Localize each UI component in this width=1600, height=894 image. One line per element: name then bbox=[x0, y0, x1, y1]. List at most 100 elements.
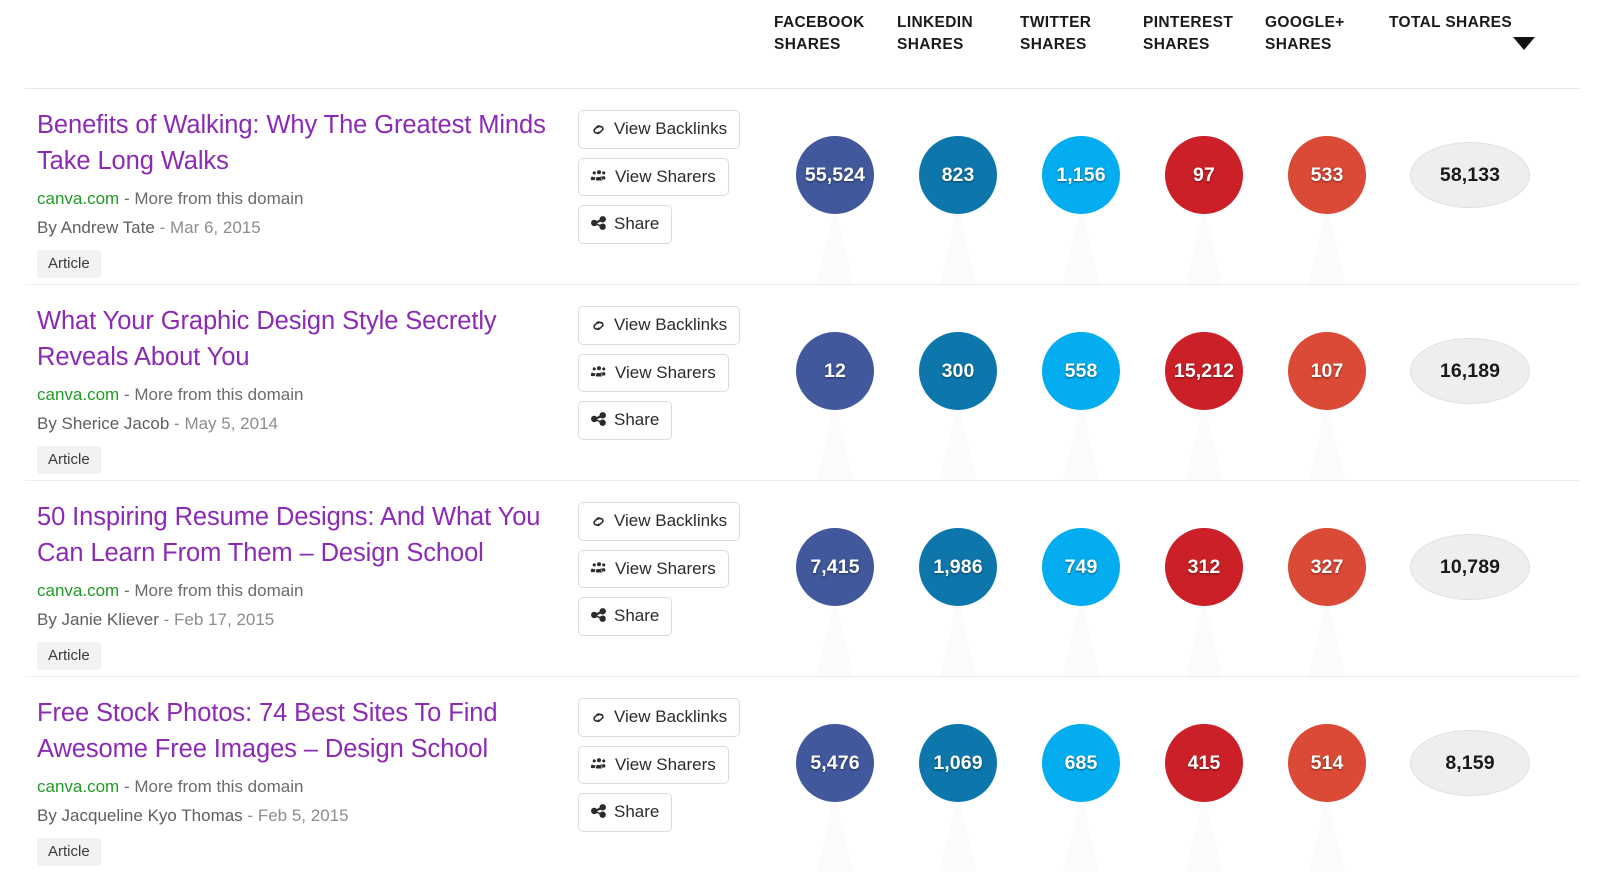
share-button[interactable]: Share bbox=[578, 597, 672, 636]
article-info: What Your Graphic Design Style Secretly … bbox=[37, 304, 567, 474]
author-name: By Sherice Jacob bbox=[37, 414, 169, 433]
view-sharers-button[interactable]: View Sharers bbox=[578, 746, 729, 785]
row-divider bbox=[25, 676, 1579, 677]
more-from-domain-link[interactable]: - More from this domain bbox=[124, 385, 304, 404]
byline-separator: - bbox=[247, 806, 253, 825]
content-type-badge: Article bbox=[37, 250, 101, 278]
article-info: Free Stock Photos: 74 Best Sites To Find… bbox=[37, 696, 567, 866]
column-header-pinterest-shares[interactable]: PINTEREST SHARES bbox=[1143, 12, 1233, 57]
users-group-icon bbox=[590, 168, 608, 185]
caret-down-icon[interactable] bbox=[1513, 37, 1535, 50]
article-title-link[interactable]: Benefits of Walking: Why The Greatest Mi… bbox=[37, 108, 567, 179]
article-byline: By Sherice Jacob - May 5, 2014 bbox=[37, 411, 567, 437]
twitter-shares-bubble[interactable]: 558 bbox=[1042, 332, 1120, 410]
article-info: Benefits of Walking: Why The Greatest Mi… bbox=[37, 108, 567, 278]
content-type-badge: Article bbox=[37, 446, 101, 474]
view-backlinks-button[interactable]: View Backlinks bbox=[578, 502, 740, 541]
link-chain-icon bbox=[590, 708, 607, 725]
share-button[interactable]: Share bbox=[578, 401, 672, 440]
view-backlinks-label: View Backlinks bbox=[614, 707, 727, 727]
column-header-facebook-shares[interactable]: FACEBOOK SHARES bbox=[774, 12, 865, 57]
article-title-link[interactable]: Free Stock Photos: 74 Best Sites To Find… bbox=[37, 696, 567, 767]
view-sharers-button[interactable]: View Sharers bbox=[578, 550, 729, 589]
author-name: By Janie Kliever bbox=[37, 610, 159, 629]
article-title-link[interactable]: What Your Graphic Design Style Secretly … bbox=[37, 304, 567, 375]
article-title-link[interactable]: 50 Inspiring Resume Designs: And What Yo… bbox=[37, 500, 567, 571]
article-info: 50 Inspiring Resume Designs: And What Yo… bbox=[37, 500, 567, 670]
row-actions: View Backlinks View Sharers Share bbox=[578, 502, 753, 645]
total-shares-bubble[interactable]: 58,133 bbox=[1410, 142, 1530, 208]
share-nodes-icon bbox=[590, 411, 607, 428]
publish-date: Feb 17, 2015 bbox=[174, 610, 274, 629]
domain-link[interactable]: canva.com bbox=[37, 385, 119, 404]
column-header-total-shares[interactable]: TOTAL SHARES bbox=[1389, 12, 1512, 34]
byline-separator: - bbox=[160, 218, 166, 237]
users-group-icon bbox=[590, 560, 608, 577]
view-sharers-label: View Sharers bbox=[615, 363, 716, 383]
author-name: By Jacqueline Kyo Thomas bbox=[37, 806, 243, 825]
share-label: Share bbox=[614, 802, 659, 822]
googleplus-shares-bubble[interactable]: 327 bbox=[1288, 528, 1366, 606]
twitter-shares-bubble[interactable]: 749 bbox=[1042, 528, 1120, 606]
twitter-shares-bubble[interactable]: 685 bbox=[1042, 724, 1120, 802]
author-name: By Andrew Tate bbox=[37, 218, 155, 237]
googleplus-shares-bubble[interactable]: 514 bbox=[1288, 724, 1366, 802]
view-backlinks-button[interactable]: View Backlinks bbox=[578, 698, 740, 737]
users-group-icon bbox=[590, 756, 608, 773]
total-shares-bubble[interactable]: 10,789 bbox=[1410, 534, 1530, 600]
link-chain-icon bbox=[590, 512, 607, 529]
googleplus-shares-bubble[interactable]: 107 bbox=[1288, 332, 1366, 410]
table-row: What Your Graphic Design Style Secretly … bbox=[0, 284, 1600, 480]
view-sharers-label: View Sharers bbox=[615, 167, 716, 187]
column-header-twitter-shares[interactable]: TWITTER SHARES bbox=[1020, 12, 1091, 57]
more-from-domain-link[interactable]: - More from this domain bbox=[124, 777, 304, 796]
facebook-shares-bubble[interactable]: 7,415 bbox=[796, 528, 874, 606]
article-byline: By Janie Kliever - Feb 17, 2015 bbox=[37, 607, 567, 633]
publish-date: Mar 6, 2015 bbox=[170, 218, 261, 237]
table-row: Benefits of Walking: Why The Greatest Mi… bbox=[0, 88, 1600, 284]
facebook-shares-bubble[interactable]: 5,476 bbox=[796, 724, 874, 802]
article-domain-line: canva.com - More from this domain bbox=[37, 186, 567, 212]
share-count-table: FACEBOOK SHARES LINKEDIN SHARES TWITTER … bbox=[0, 0, 1600, 894]
link-chain-icon bbox=[590, 316, 607, 333]
more-from-domain-link[interactable]: - More from this domain bbox=[124, 581, 304, 600]
article-byline: By Andrew Tate - Mar 6, 2015 bbox=[37, 215, 567, 241]
facebook-shares-bubble[interactable]: 12 bbox=[796, 332, 874, 410]
row-actions: View Backlinks View Sharers Share bbox=[578, 306, 753, 449]
row-divider bbox=[25, 480, 1579, 481]
pinterest-shares-bubble[interactable]: 312 bbox=[1165, 528, 1243, 606]
linkedin-shares-bubble[interactable]: 1,986 bbox=[919, 528, 997, 606]
pinterest-shares-bubble[interactable]: 97 bbox=[1165, 136, 1243, 214]
googleplus-shares-bubble[interactable]: 533 bbox=[1288, 136, 1366, 214]
linkedin-shares-bubble[interactable]: 823 bbox=[919, 136, 997, 214]
users-group-icon bbox=[590, 364, 608, 381]
share-nodes-icon bbox=[590, 215, 607, 232]
table-row: 50 Inspiring Resume Designs: And What Yo… bbox=[0, 480, 1600, 676]
facebook-shares-bubble[interactable]: 55,524 bbox=[796, 136, 874, 214]
row-divider bbox=[25, 284, 1579, 285]
view-backlinks-label: View Backlinks bbox=[614, 511, 727, 531]
pinterest-shares-bubble[interactable]: 15,212 bbox=[1165, 332, 1243, 410]
view-sharers-button[interactable]: View Sharers bbox=[578, 354, 729, 393]
linkedin-shares-bubble[interactable]: 1,069 bbox=[919, 724, 997, 802]
linkedin-shares-bubble[interactable]: 300 bbox=[919, 332, 997, 410]
twitter-shares-bubble[interactable]: 1,156 bbox=[1042, 136, 1120, 214]
share-button[interactable]: Share bbox=[578, 205, 672, 244]
content-type-badge: Article bbox=[37, 642, 101, 670]
view-backlinks-button[interactable]: View Backlinks bbox=[578, 110, 740, 149]
share-nodes-icon bbox=[590, 803, 607, 820]
more-from-domain-link[interactable]: - More from this domain bbox=[124, 189, 304, 208]
total-shares-bubble[interactable]: 16,189 bbox=[1410, 338, 1530, 404]
domain-link[interactable]: canva.com bbox=[37, 189, 119, 208]
total-shares-bubble[interactable]: 8,159 bbox=[1410, 730, 1530, 796]
view-sharers-button[interactable]: View Sharers bbox=[578, 158, 729, 197]
publish-date: May 5, 2014 bbox=[184, 414, 278, 433]
share-button[interactable]: Share bbox=[578, 793, 672, 832]
domain-link[interactable]: canva.com bbox=[37, 581, 119, 600]
column-header-linkedin-shares[interactable]: LINKEDIN SHARES bbox=[897, 12, 973, 57]
column-header-googleplus-shares[interactable]: GOOGLE+ SHARES bbox=[1265, 12, 1345, 57]
view-backlinks-button[interactable]: View Backlinks bbox=[578, 306, 740, 345]
share-label: Share bbox=[614, 606, 659, 626]
pinterest-shares-bubble[interactable]: 415 bbox=[1165, 724, 1243, 802]
domain-link[interactable]: canva.com bbox=[37, 777, 119, 796]
